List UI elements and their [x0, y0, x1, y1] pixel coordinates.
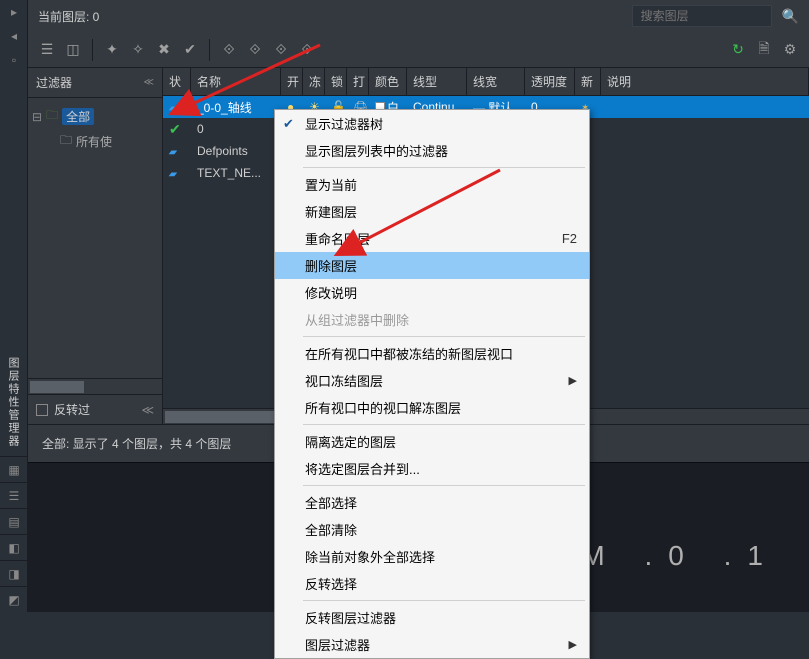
filter-tree-child[interactable]: 🗀 所有使 — [32, 129, 158, 154]
col-transparency[interactable]: 透明度 — [525, 68, 575, 95]
filter-panel: 过滤器 ≪ ⊟ 🗀 全部 🗀 所有使 — [28, 68, 163, 424]
layer-state-b[interactable]: ⟐ — [244, 39, 266, 61]
context-menu-label: 显示图层列表中的过滤器 — [305, 141, 448, 160]
invert-filter-label: 反转过 — [54, 401, 90, 418]
context-menu-label: 在所有视口中都被冻结的新图层视口 — [305, 344, 513, 363]
rail-icon-b[interactable]: ☰ — [0, 482, 28, 508]
context-menu: ✔显示过滤器树显示图层列表中的过滤器置为当前新建图层重命名图层F2 删除图层修改说… — [274, 109, 590, 659]
rail-icon-collapse[interactable]: ▸ — [0, 0, 28, 24]
context-menu-label: 删除图层 — [305, 256, 357, 275]
folder-icon: 🗀 — [60, 131, 72, 152]
col-lineweight[interactable]: 线宽 — [467, 68, 525, 95]
refresh-icon[interactable]: ↻ — [727, 39, 749, 61]
context-menu-label: 除当前对象外全部选择 — [305, 547, 435, 566]
context-menu-label: 将选定图层合并到... — [305, 459, 420, 478]
col-lock[interactable]: 锁 — [325, 68, 347, 95]
context-menu-item[interactable]: 重命名图层F2 — [275, 225, 589, 252]
context-menu-label: 隔离选定的图层 — [305, 432, 396, 451]
filter-group-icon[interactable]: ◫ — [62, 39, 84, 61]
layer-name-cell: Defpoints — [191, 144, 281, 158]
filter-header-label: 过滤器 — [36, 74, 72, 91]
sync-icon[interactable]: 🗎 — [753, 39, 775, 61]
layer-new-vp-icon[interactable]: ✧ — [127, 39, 149, 61]
context-menu-label: 置为当前 — [305, 175, 357, 194]
context-menu-item[interactable]: 在所有视口中都被冻结的新图层视口 — [275, 340, 589, 367]
col-print[interactable]: 打 — [347, 68, 369, 95]
filter-header-chevron-icon[interactable]: ≪ — [144, 77, 154, 88]
context-menu-label: 新建图层 — [305, 202, 357, 221]
context-menu-label: 从组过滤器中删除 — [305, 310, 409, 329]
rail-icon-home[interactable]: ▫ — [0, 48, 28, 72]
toolbar: ☰ ◫ ✦ ✧ ✖ ✔ ⟐ ⟐ ⟐ ⟐ ↻ 🗎 ⚙ — [28, 32, 809, 68]
col-freeze[interactable]: 冻 — [303, 68, 325, 95]
filter-root-label: 全部 — [62, 108, 94, 125]
filter-scrollbar-h[interactable] — [28, 378, 162, 394]
rail-icon-pin[interactable]: ◂ — [0, 24, 28, 48]
layer-state-a[interactable]: ⟐ — [218, 39, 240, 61]
context-menu-label: 全部清除 — [305, 520, 357, 539]
context-menu-label: 修改说明 — [305, 283, 357, 302]
context-menu-item[interactable]: 反转图层过滤器 — [275, 604, 589, 631]
filter-new-icon[interactable]: ☰ — [36, 39, 58, 61]
layer-name-cell: 0 — [191, 122, 281, 136]
context-menu-item[interactable]: 置为当前 — [275, 171, 589, 198]
layer-state-c[interactable]: ⟐ — [270, 39, 292, 61]
current-layer-label: 当前图层: 0 — [38, 8, 622, 25]
layer-state-d[interactable]: ⟐ — [296, 39, 318, 61]
top-bar: 当前图层: 0 🔍 — [28, 0, 809, 32]
rail-icon-d[interactable]: ◧ — [0, 534, 28, 560]
rail-icon-c[interactable]: ▤ — [0, 508, 28, 534]
context-menu-label: 全部选择 — [305, 493, 357, 512]
context-menu-label: 重命名图层 — [305, 229, 370, 248]
context-menu-label: 所有视口中的视口解冻图层 — [305, 398, 461, 417]
search-input[interactable] — [632, 5, 772, 27]
rail-icon-e[interactable]: ◨ — [0, 560, 28, 586]
context-menu-item[interactable]: 除当前对象外全部选择 — [275, 543, 589, 570]
col-description[interactable]: 说明 — [601, 68, 809, 95]
panel-title-vertical: 图层特性管理器 — [0, 349, 27, 456]
context-menu-item[interactable]: 所有视口中的视口解冻图层 — [275, 394, 589, 421]
layer-delete-icon[interactable]: ✖ — [153, 39, 175, 61]
table-header: 状 名称 开 冻 锁 打 颜色 线型 线宽 透明度 新 说明 — [163, 68, 809, 96]
invert-filter-checkbox[interactable] — [36, 404, 48, 416]
filter-tree-root[interactable]: ⊟ 🗀 全部 — [32, 104, 158, 129]
context-menu-item[interactable]: 删除图层 — [275, 252, 589, 279]
settings-icon[interactable]: ⚙ — [779, 39, 801, 61]
layer-name-cell: TEXT_NE... — [191, 166, 281, 180]
context-menu-label: 视口冻结图层 — [305, 371, 383, 390]
context-menu-item[interactable]: 图层过滤器▶ — [275, 631, 589, 658]
search-icon[interactable]: 🔍 — [782, 8, 799, 25]
context-menu-item[interactable]: 全部清除 — [275, 516, 589, 543]
context-menu-item[interactable]: ✔显示过滤器树 — [275, 110, 589, 137]
context-menu-label: 反转图层过滤器 — [305, 608, 396, 627]
layer-name-cell: _0-0_轴线 — [191, 99, 281, 116]
layer-new-icon[interactable]: ✦ — [101, 39, 123, 61]
layer-current-icon[interactable]: ✔ — [179, 39, 201, 61]
context-menu-item[interactable]: 全部选择 — [275, 489, 589, 516]
filter-child-label: 所有使 — [76, 133, 112, 150]
filter-footer-chevron-icon[interactable]: ≪ — [141, 403, 154, 417]
context-menu-label: 图层过滤器 — [305, 635, 370, 654]
context-menu-item[interactable]: 显示图层列表中的过滤器 — [275, 137, 589, 164]
context-menu-item[interactable]: 将选定图层合并到... — [275, 455, 589, 482]
context-menu-item: 从组过滤器中删除 — [275, 306, 589, 333]
folder-icon: 🗀 — [46, 106, 58, 127]
col-on[interactable]: 开 — [281, 68, 303, 95]
col-status[interactable]: 状 — [163, 68, 191, 95]
context-menu-label: 显示过滤器树 — [305, 114, 383, 133]
col-color[interactable]: 颜色 — [369, 68, 407, 95]
rail-icon-f[interactable]: ◩ — [0, 586, 28, 612]
col-linetype[interactable]: 线型 — [407, 68, 467, 95]
context-menu-item[interactable]: 反转选择 — [275, 570, 589, 597]
context-menu-item[interactable]: 视口冻结图层▶ — [275, 367, 589, 394]
left-toolbar-rail: ▸ ◂ ▫ 图层特性管理器 ▦ ☰ ▤ ◧ ◨ ◩ — [0, 0, 28, 612]
col-newvp[interactable]: 新 — [575, 68, 601, 95]
rail-icon-a[interactable]: ▦ — [0, 456, 28, 482]
context-menu-item[interactable]: 修改说明 — [275, 279, 589, 306]
context-menu-label: 反转选择 — [305, 574, 357, 593]
context-menu-item[interactable]: 新建图层 — [275, 198, 589, 225]
col-name[interactable]: 名称 — [191, 68, 281, 95]
context-menu-item[interactable]: 隔离选定的图层 — [275, 428, 589, 455]
